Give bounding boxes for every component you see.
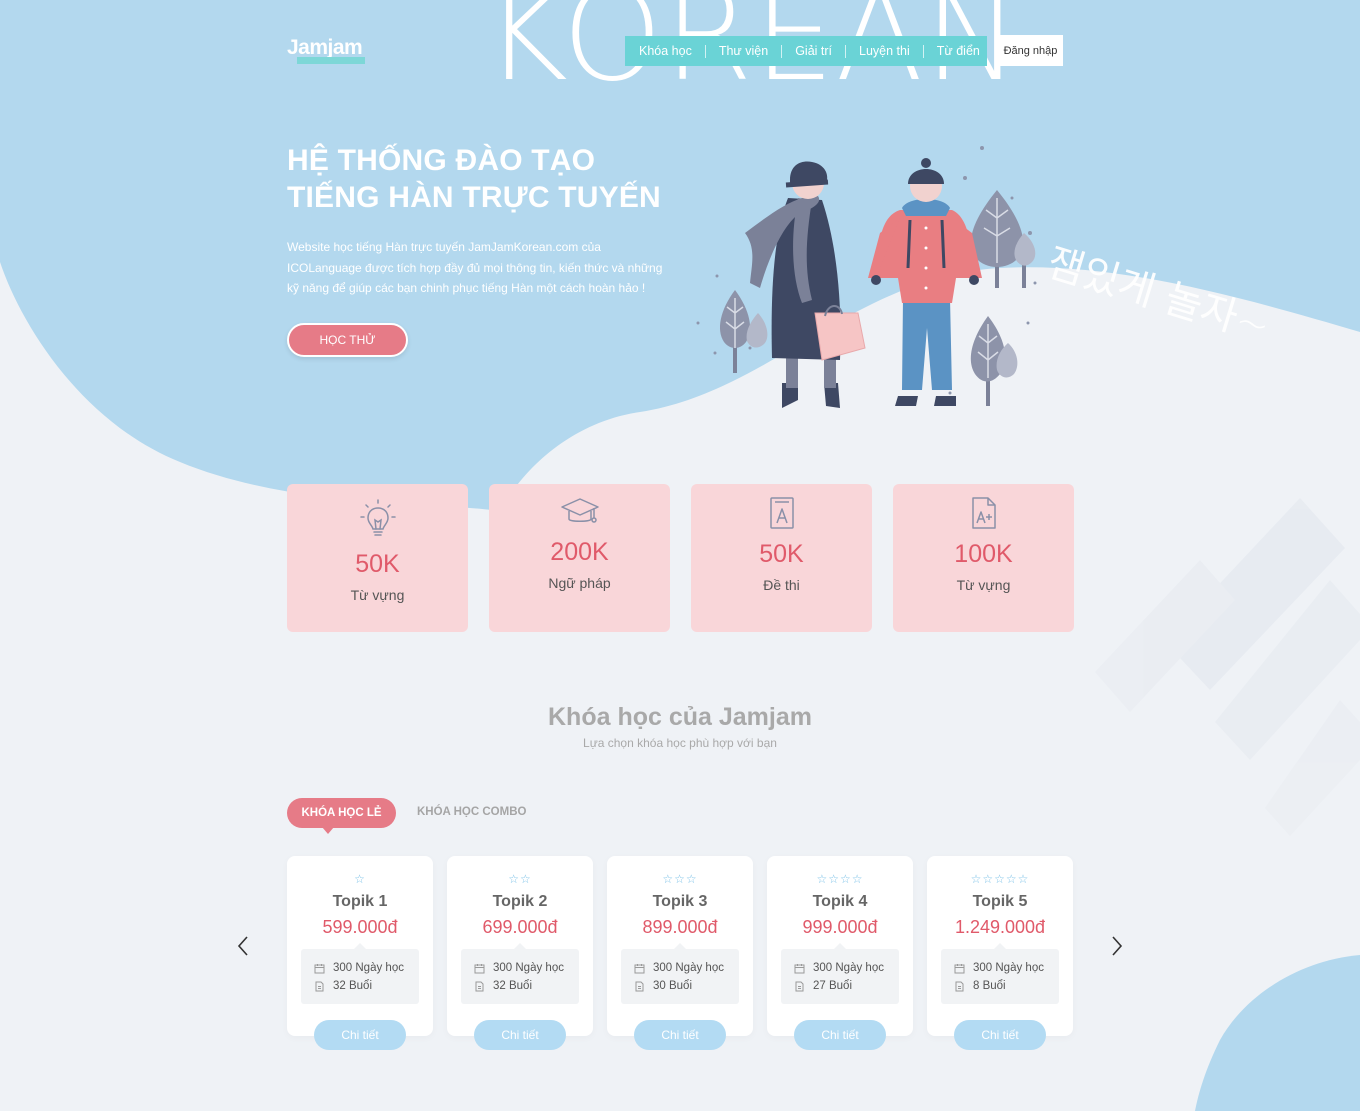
course-days: 300 Ngày học [813,962,884,974]
trial-button[interactable]: HỌC THỬ [287,323,408,357]
course-name: Topik 2 [492,893,548,910]
hero-desc-line: Website học tiếng Hàn trực tuyến JamJamK… [287,240,601,254]
main-nav: Khóa học Thư viện Giải trí Luyện thi Từ … [625,36,987,66]
course-info: 300 Ngày học 8 Buổi [941,949,1059,1004]
course-sessions: 32 Buổi [333,979,373,992]
nav-item-exam-prep[interactable]: Luyện thi [859,44,910,58]
stat-number: 50K [355,550,400,578]
stat-number: 200K [550,538,609,566]
course-name: Topik 4 [812,893,868,910]
stat-label: Từ vựng [350,587,405,603]
stat-label: Từ vựng [956,577,1011,593]
nav-divider [922,44,924,58]
calendar-icon [634,964,645,974]
stat-card-vocabulary-2: 100K Từ vựng [893,484,1074,632]
document-icon [955,981,964,992]
course-name: Topik 5 [972,893,1028,910]
course-card-topik-1: ☆ Topik 1 599.000đ 300 Ngày học 32 Buổi … [287,856,433,1050]
course-price: 999.000đ [802,917,878,937]
next-arrow-icon[interactable] [1110,935,1124,957]
hero-desc-line: ICOLanguage được tích hợp đầy đủ mọi thô… [287,260,663,275]
graduation-cap-icon [560,498,599,523]
stat-card-exams: 50K Đề thi [691,484,872,632]
section-title: Khóa học của Jamjam [548,703,812,731]
prev-arrow-icon[interactable] [236,935,250,957]
hero-description: Website học tiếng Hàn trực tuyến JamJamK… [287,237,672,299]
course-sessions: 8 Buổi [973,979,1006,992]
stat-number: 50K [759,540,804,568]
exam-grade-icon [971,497,996,529]
course-card-topik-4: ☆☆☆☆ Topik 4 999.000đ 300 Ngày học 27 Bu… [767,856,913,1050]
tab-combo-courses[interactable]: KHÓA HỌC COMBO [417,806,526,818]
calendar-icon [474,964,485,974]
logo-underline [297,57,365,64]
course-name: Topik 1 [332,893,388,910]
stat-number: 100K [954,540,1013,568]
course-card-topik-2: ☆☆ Topik 2 699.000đ 300 Ngày học 32 Buổi… [447,856,593,1050]
book-icon [769,497,794,529]
course-info: 300 Ngày học 27 Buổi [781,949,899,1004]
course-sessions: 30 Buổi [653,979,693,992]
course-detail-button[interactable]: Chi tiết [954,1020,1046,1050]
course-card-topik-3: ☆☆☆ Topik 3 899.000đ 300 Ngày học 30 Buổ… [607,856,753,1050]
course-card-topik-5: ☆☆☆☆☆ Topik 5 1.249.000đ 300 Ngày học 8 … [927,856,1073,1050]
section-subtitle: Lựa chọn khóa học phù hợp với bạn [583,736,777,750]
nav-item-dictionary[interactable]: Từ điển [937,44,980,58]
lightbulb-icon [359,499,396,536]
hero-desc-line: kỹ năng để giúp các bạn chinh phục tiếng… [287,281,646,295]
course-days: 300 Ngày học [493,962,564,974]
rating-stars: ☆☆☆☆☆ [970,872,1030,886]
course-price: 1.249.000đ [954,917,1046,937]
stat-card-grammar: 200K Ngữ pháp [489,484,670,632]
tab-single-courses[interactable]: KHÓA HỌC LẺ [287,798,396,834]
rating-stars: ☆☆☆☆ [816,872,864,886]
nav-item-library[interactable]: Thư viện [719,44,768,58]
hero-title-line-1: HỆ THỐNG ĐÀO TẠO [287,144,596,177]
course-info: 300 Ngày học 32 Buổi [301,949,419,1004]
rating-stars: ☆☆☆ [662,872,698,886]
winter-couple-illustration [696,146,1037,408]
rating-stars: ☆ [354,872,366,886]
hero-title-line-2: TIẾNG HÀN TRỰC TUYẾN [287,181,661,214]
nav-divider [704,44,706,58]
course-name: Topik 3 [652,893,708,910]
stat-card-vocabulary: 50K Từ vựng [287,484,468,632]
document-icon [635,981,644,992]
hero-title: HỆ THỐNG ĐÀO TẠO TIẾNG HÀN TRỰC TUYẾN [287,142,661,216]
course-detail-button[interactable]: Chi tiết [634,1020,726,1050]
stat-label: Ngữ pháp [548,575,611,591]
course-detail-button[interactable]: Chi tiết [474,1020,566,1050]
document-icon [475,981,484,992]
korean-handwriting: 잼있게 놀자~ [1041,239,1276,351]
nav-divider [845,44,846,58]
course-days: 300 Ngày học [653,962,724,974]
course-sessions: 32 Buổi [493,979,533,992]
login-button[interactable]: Đăng nhập [998,35,1063,66]
calendar-icon [314,964,325,974]
nav-item-entertainment[interactable]: Giải trí [795,44,832,58]
stat-label: Đề thi [763,577,800,593]
course-sessions: 27 Buổi [813,979,853,992]
document-icon [315,981,324,992]
course-price: 899.000đ [642,917,718,937]
calendar-icon [954,964,965,974]
course-detail-button[interactable]: Chi tiết [314,1020,406,1050]
calendar-icon [794,964,805,974]
nav-divider [781,44,783,58]
course-days: 300 Ngày học [333,962,404,974]
rating-stars: ☆☆ [508,872,532,886]
course-price: 699.000đ [482,917,558,937]
course-days: 300 Ngày học [973,962,1044,974]
nav-item-courses[interactable]: Khóa học [639,44,692,58]
course-info: 300 Ngày học 32 Buổi [461,949,579,1004]
course-price: 599.000đ [322,917,398,937]
document-icon [795,981,804,992]
course-info: 300 Ngày học 30 Buổi [621,949,739,1004]
course-detail-button[interactable]: Chi tiết [794,1020,886,1050]
